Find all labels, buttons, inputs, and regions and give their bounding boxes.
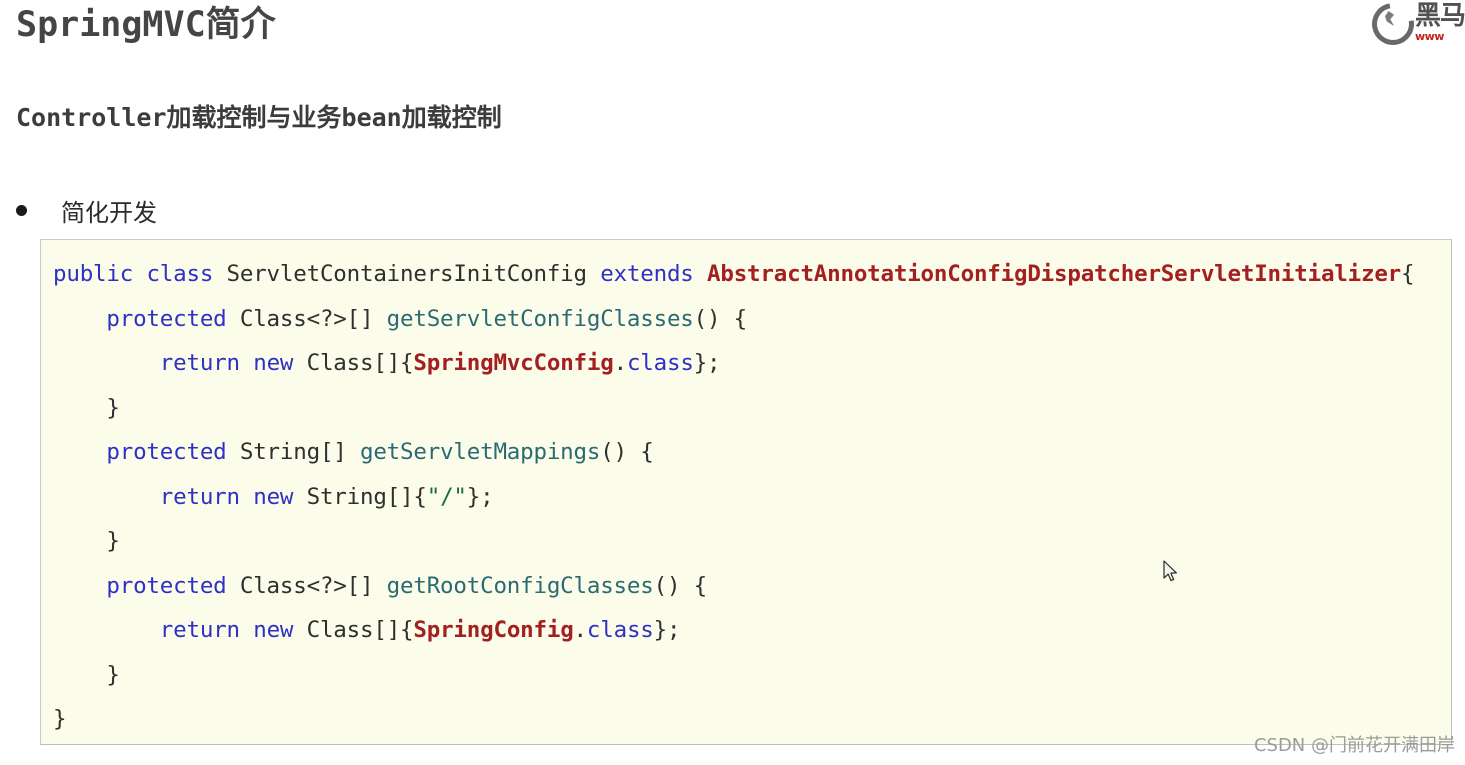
code-line: } xyxy=(53,519,1451,564)
code-line: } xyxy=(53,697,1451,742)
code-token-kw: extends xyxy=(600,261,694,287)
page-title: SpringMVC简介 xyxy=(16,5,276,45)
code-token-plain: () { xyxy=(600,439,654,465)
code-token-plain: { xyxy=(1401,261,1415,287)
code-token-type: String[]{ xyxy=(293,483,427,510)
code-token-type: Class<?>[] xyxy=(226,572,387,599)
code-line: return new Class[]{SpringMvcConfig.class… xyxy=(53,341,1451,386)
code-token-plain: } xyxy=(53,528,120,554)
code-line: } xyxy=(53,386,1451,431)
code-line: return new String[]{"/"}; xyxy=(53,475,1451,520)
code-token-method: getServletMappings xyxy=(359,439,601,465)
code-token-cls: AbstractAnnotationConfigDispatcherServle… xyxy=(707,261,1402,287)
code-token-type: Class[]{ xyxy=(293,617,414,643)
code-token-kw: new xyxy=(253,483,294,510)
code-line: protected String[] getServletMappings() … xyxy=(53,430,1451,475)
code-block: public class ServletContainersInitConfig… xyxy=(40,239,1452,745)
code-token-kw: class xyxy=(626,350,694,376)
horse-circle-icon xyxy=(1368,0,1413,44)
code-token-kw: new xyxy=(253,350,294,376)
code-line: public class ServletContainersInitConfig… xyxy=(53,252,1451,297)
brand-name: 黑马 xyxy=(1414,0,1465,31)
code-token-method: getServletConfigClasses xyxy=(386,305,694,332)
section-subtitle: Controller加载控制与业务bean加载控制 xyxy=(16,103,502,132)
code-line: protected Class<?>[] getRootConfigClasse… xyxy=(53,564,1451,609)
code-token-kw: new xyxy=(253,617,294,643)
code-token-plain: } xyxy=(53,706,67,732)
code-line: } xyxy=(53,653,1451,698)
code-token-type: Class[]{ xyxy=(293,350,414,376)
brand-text: 黑马 www xyxy=(1415,3,1465,42)
code-token-kw: protected xyxy=(106,572,227,599)
code-token-str: "/" xyxy=(426,483,467,510)
code-token-kw: protected xyxy=(106,439,227,465)
code-token-method: getRootConfigClasses xyxy=(386,572,654,599)
code-token-kw: protected xyxy=(106,305,227,332)
code-token-kw: return xyxy=(159,483,240,510)
code-token-kw: return xyxy=(159,350,240,376)
code-token-plain: }; xyxy=(466,483,494,510)
code-token-kw: public xyxy=(53,261,134,287)
code-token-plain: . xyxy=(613,350,628,376)
code-token-plain: } xyxy=(53,394,120,421)
csdn-watermark: CSDN @门前花开满田岸 xyxy=(1253,735,1455,756)
code-token-plain: . xyxy=(573,617,588,643)
code-token-plain: }; xyxy=(693,350,721,376)
code-token-kw: return xyxy=(159,617,240,643)
code-line: protected Class<?>[] getServletConfigCla… xyxy=(53,297,1451,342)
bullet-dot-icon xyxy=(16,205,27,216)
code-token-plain: () { xyxy=(653,572,708,599)
brand-url: www xyxy=(1414,29,1445,43)
code-token-plain: }; xyxy=(653,617,681,643)
code-token-plain: () { xyxy=(693,305,748,332)
code-token-type: String[] xyxy=(226,439,360,465)
code-token-cls: SpringMvcConfig xyxy=(413,350,614,376)
code-token-kw: class xyxy=(146,261,214,287)
code-token-cls: SpringConfig xyxy=(413,617,574,643)
brand-watermark-logo: 黑马 www xyxy=(1368,0,1465,44)
code-token-plain: } xyxy=(53,661,120,688)
bullet-item-label: 简化开发 xyxy=(61,199,157,227)
code-token-kw: class xyxy=(586,617,654,643)
bullet-list-item: 简化开发 xyxy=(16,193,157,228)
code-token-type: ServletContainersInitConfig xyxy=(213,261,601,287)
code-line: return new Class[]{SpringConfig.class}; xyxy=(53,608,1451,653)
code-token-type: Class<?>[] xyxy=(226,305,387,332)
